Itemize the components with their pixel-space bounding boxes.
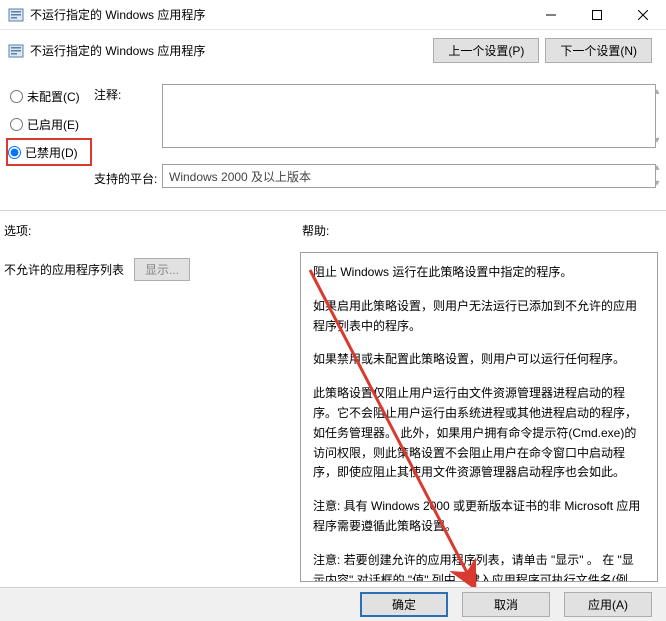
header-row: 不运行指定的 Windows 应用程序 上一个设置(P) 下一个设置(N): [0, 30, 666, 71]
help-label: 帮助:: [302, 222, 329, 239]
help-p5: 注意: 具有 Windows 2000 或更新版本证书的非 Microsoft …: [313, 497, 645, 537]
radio-disabled-label: 已禁用(D): [25, 144, 78, 161]
scroll-down-icon: ▾: [654, 180, 659, 188]
radio-not-configured-input[interactable]: [10, 90, 23, 103]
radio-not-configured[interactable]: 未配置(C): [6, 82, 92, 110]
radio-not-configured-label: 未配置(C): [27, 88, 80, 105]
options-label: 选项:: [4, 222, 302, 239]
next-setting-button[interactable]: 下一个设置(N): [545, 38, 652, 63]
state-radio-group: 未配置(C) 已启用(E) 已禁用(D): [6, 82, 92, 166]
close-button[interactable]: [620, 0, 666, 30]
minimize-button[interactable]: [528, 0, 574, 30]
scroll-up-icon: ▴: [654, 164, 659, 172]
help-p1: 阻止 Windows 运行在此策略设置中指定的程序。: [313, 263, 645, 283]
options-panel: 不允许的应用程序列表 显示...: [4, 258, 294, 281]
radio-enabled-input[interactable]: [10, 118, 23, 131]
ok-button[interactable]: 确定: [360, 592, 448, 617]
comment-textarea[interactable]: [162, 84, 656, 148]
apply-button[interactable]: 应用(A): [564, 592, 652, 617]
radio-enabled[interactable]: 已启用(E): [6, 110, 92, 138]
maximize-button[interactable]: [574, 0, 620, 30]
policy-icon: [8, 43, 24, 59]
scroll-up-icon: ▴: [654, 86, 659, 97]
disallowed-apps-label: 不允许的应用程序列表: [4, 261, 124, 278]
cancel-button[interactable]: 取消: [462, 592, 550, 617]
supported-platform-text: Windows 2000 及以上版本: [169, 168, 311, 185]
window-title: 不运行指定的 Windows 应用程序: [30, 6, 528, 23]
horizontal-divider: [0, 210, 666, 211]
comment-label: 注释:: [94, 84, 158, 120]
mid-labels: 注释: 支持的平台:: [94, 84, 158, 204]
help-p2: 如果启用此策略设置，则用户无法运行已添加到不允许的应用程序列表中的程序。: [313, 297, 645, 337]
show-button[interactable]: 显示...: [134, 258, 190, 281]
comment-scroll: ▴ ▾: [650, 86, 664, 146]
dialog-button-bar: 确定 取消 应用(A): [0, 587, 666, 621]
platform-scroll: ▴ ▾: [650, 164, 664, 188]
radio-disabled-input[interactable]: [8, 146, 21, 159]
policy-icon: [8, 7, 24, 23]
supported-platform-field: Windows 2000 及以上版本: [162, 164, 656, 188]
previous-setting-button[interactable]: 上一个设置(P): [433, 38, 539, 63]
scroll-down-icon: ▾: [654, 135, 659, 146]
help-p6: 注意: 若要创建允许的应用程序列表，请单击 "显示" 。 在 "显示内容" 对话…: [313, 551, 645, 582]
help-p4: 此策略设置仅阻止用户运行由文件资源管理器进程启动的程序。它不会阻止用户运行由系统…: [313, 384, 645, 483]
radio-enabled-label: 已启用(E): [27, 116, 79, 133]
policy-title: 不运行指定的 Windows 应用程序: [30, 42, 427, 59]
title-bar: 不运行指定的 Windows 应用程序: [0, 0, 666, 30]
radio-disabled[interactable]: 已禁用(D): [6, 138, 92, 166]
platform-label: 支持的平台:: [94, 168, 158, 204]
help-p3: 如果禁用或未配置此策略设置，则用户可以运行任何程序。: [313, 350, 645, 370]
help-panel: 阻止 Windows 运行在此策略设置中指定的程序。 如果启用此策略设置，则用户…: [300, 252, 658, 582]
